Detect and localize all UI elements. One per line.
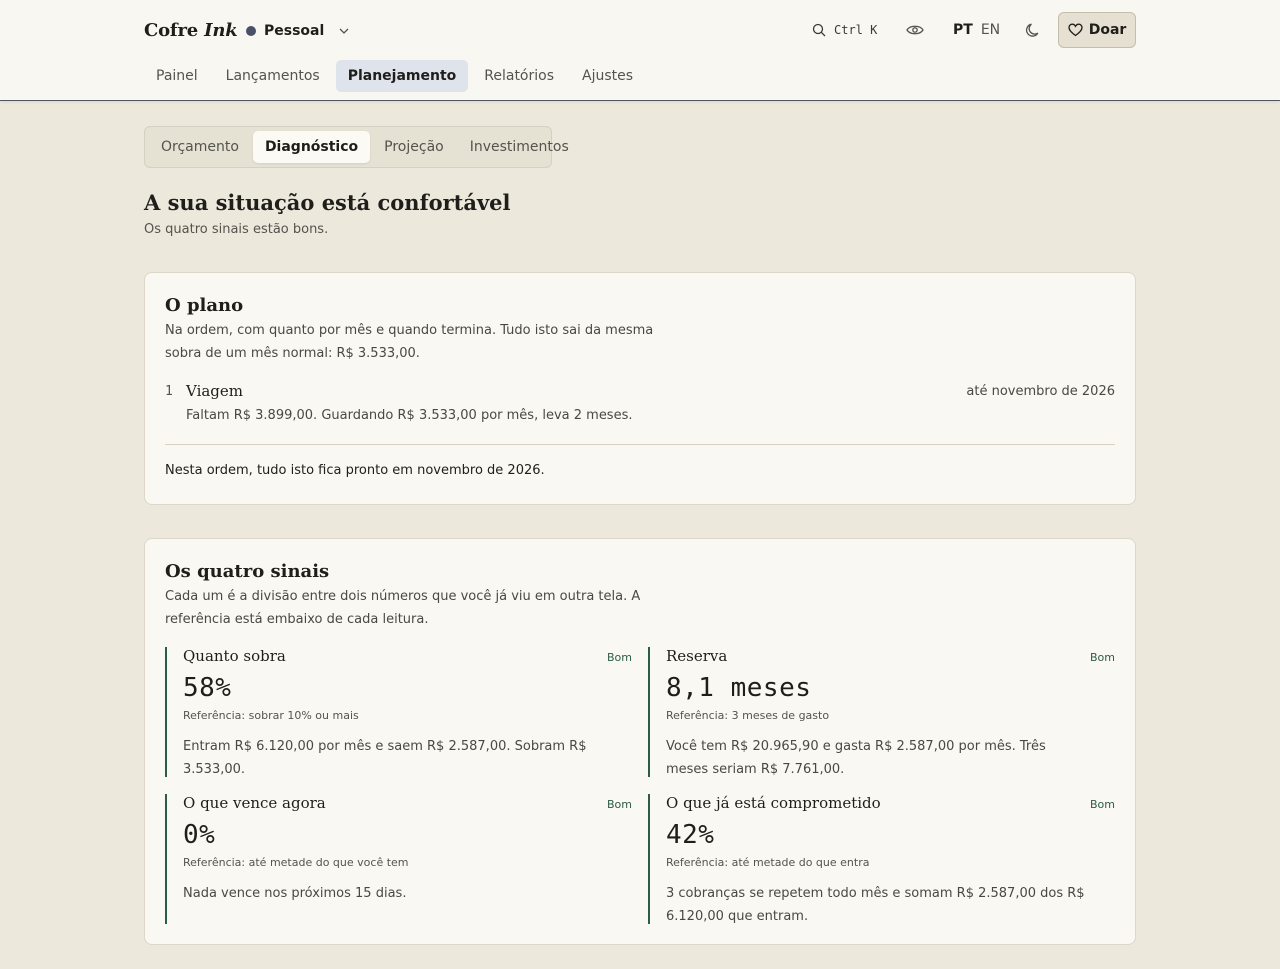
brand-accent: Ink (204, 20, 238, 41)
goal-number: 1 (165, 384, 173, 399)
signal-name: Quanto sobra (183, 647, 286, 665)
subtab-orcamento[interactable]: Orçamento (149, 131, 251, 163)
search-button[interactable]: Ctrl K (812, 12, 877, 48)
eye-icon (906, 25, 924, 35)
brand-logo[interactable]: Cofre Ink (144, 20, 238, 41)
signal-o-que-vence-agora: O que vence agora Bom 0% Referência: até… (165, 794, 632, 924)
language-switcher: PT EN (953, 12, 1000, 48)
signal-value: 58% (183, 673, 232, 703)
signals-card: Os quatro sinais Cada um é a divisão ent… (144, 538, 1136, 945)
search-icon (812, 23, 826, 37)
plan-summary: Nesta ordem, tudo isto fica pronto em no… (165, 463, 545, 478)
signal-value: 42% (666, 820, 715, 850)
plan-title: O plano (165, 295, 244, 316)
goal-deadline: até novembro de 2026 (966, 384, 1115, 399)
signal-comprometido: O que já está comprometido Bom 42% Refer… (648, 794, 1115, 924)
search-shortcut: Ctrl K (834, 23, 878, 37)
signal-name: O que já está comprometido (666, 794, 881, 812)
tab-ajustes[interactable]: Ajustes (570, 60, 645, 92)
signal-explanation: Entram R$ 6.120,00 por mês e saem R$ 2.5… (183, 739, 587, 777)
subtab-investimentos[interactable]: Investimentos (458, 131, 581, 163)
goal-detail: Faltam R$ 3.899,00. Guardando R$ 3.533,0… (186, 408, 633, 423)
signal-explanation: Você tem R$ 20.965,90 e gasta R$ 2.587,0… (666, 739, 1046, 777)
moon-icon (1025, 23, 1039, 37)
chevron-down-icon (339, 28, 349, 34)
plan-description: Na ordem, com quanto por mês e quando te… (165, 323, 654, 361)
signal-name: O que vence agora (183, 794, 326, 812)
tab-relatorios[interactable]: Relatórios (472, 60, 566, 92)
signal-explanation: Nada vence nos próximos 15 dias. (183, 886, 407, 901)
signal-reference: Referência: 3 meses de gasto (666, 709, 830, 722)
signal-status-badge: Bom (607, 651, 632, 664)
subtab-diagnostico[interactable]: Diagnóstico (252, 131, 371, 163)
signal-reference: Referência: sobrar 10% ou mais (183, 709, 359, 722)
tab-painel[interactable]: Painel (144, 60, 210, 92)
profile-color-dot (246, 26, 256, 36)
goal-name: Viagem (186, 382, 244, 400)
donate-label: Doar (1088, 22, 1127, 38)
privacy-toggle-button[interactable] (906, 12, 924, 48)
profile-switcher[interactable]: Pessoal (246, 21, 350, 41)
language-pt[interactable]: PT (953, 22, 973, 38)
subtab-projecao[interactable]: Projeção (372, 131, 456, 163)
donate-button[interactable]: Doar (1058, 12, 1136, 48)
signal-value: 8,1 meses (666, 673, 812, 703)
signals-description: Cada um é a divisão entre dois números q… (165, 589, 641, 627)
signal-name: Reserva (666, 647, 728, 665)
planning-subtabs: Orçamento Diagnóstico Projeção Investime… (144, 126, 569, 168)
tab-planejamento[interactable]: Planejamento (335, 60, 469, 92)
language-en[interactable]: EN (981, 22, 1000, 38)
signal-quanto-sobra: Quanto sobra Bom 58% Referência: sobrar … (165, 647, 632, 777)
signal-reference: Referência: até metade do que você tem (183, 856, 409, 869)
theme-toggle-button[interactable] (1025, 12, 1041, 48)
signal-value: 0% (183, 820, 216, 850)
page-title: A sua situação está confortável (144, 190, 511, 215)
signal-status-badge: Bom (1090, 798, 1115, 811)
page-subtitle: Os quatro sinais estão bons. (144, 222, 329, 237)
divider (165, 444, 1115, 445)
signal-status-badge: Bom (607, 798, 632, 811)
signals-title: Os quatro sinais (165, 561, 330, 582)
signal-explanation: 3 cobranças se repetem todo mês e somam … (666, 886, 1085, 924)
top-bar: Cofre Ink Pessoal Ctrl K PT EN Doar Pain… (0, 0, 1280, 101)
signal-reference: Referência: até metade do que entra (666, 856, 870, 869)
main-nav: Painel Lançamentos Planejamento Relatóri… (144, 60, 645, 92)
signal-status-badge: Bom (1090, 651, 1115, 664)
profile-label: Pessoal (264, 23, 325, 39)
heart-icon (1068, 23, 1083, 37)
brand-name: Cofre (144, 20, 199, 41)
plan-card: O plano Na ordem, com quanto por mês e q… (144, 272, 1136, 505)
signal-reserva: Reserva Bom 8,1 meses Referência: 3 mese… (648, 647, 1115, 777)
tab-lancamentos[interactable]: Lançamentos (214, 60, 332, 92)
